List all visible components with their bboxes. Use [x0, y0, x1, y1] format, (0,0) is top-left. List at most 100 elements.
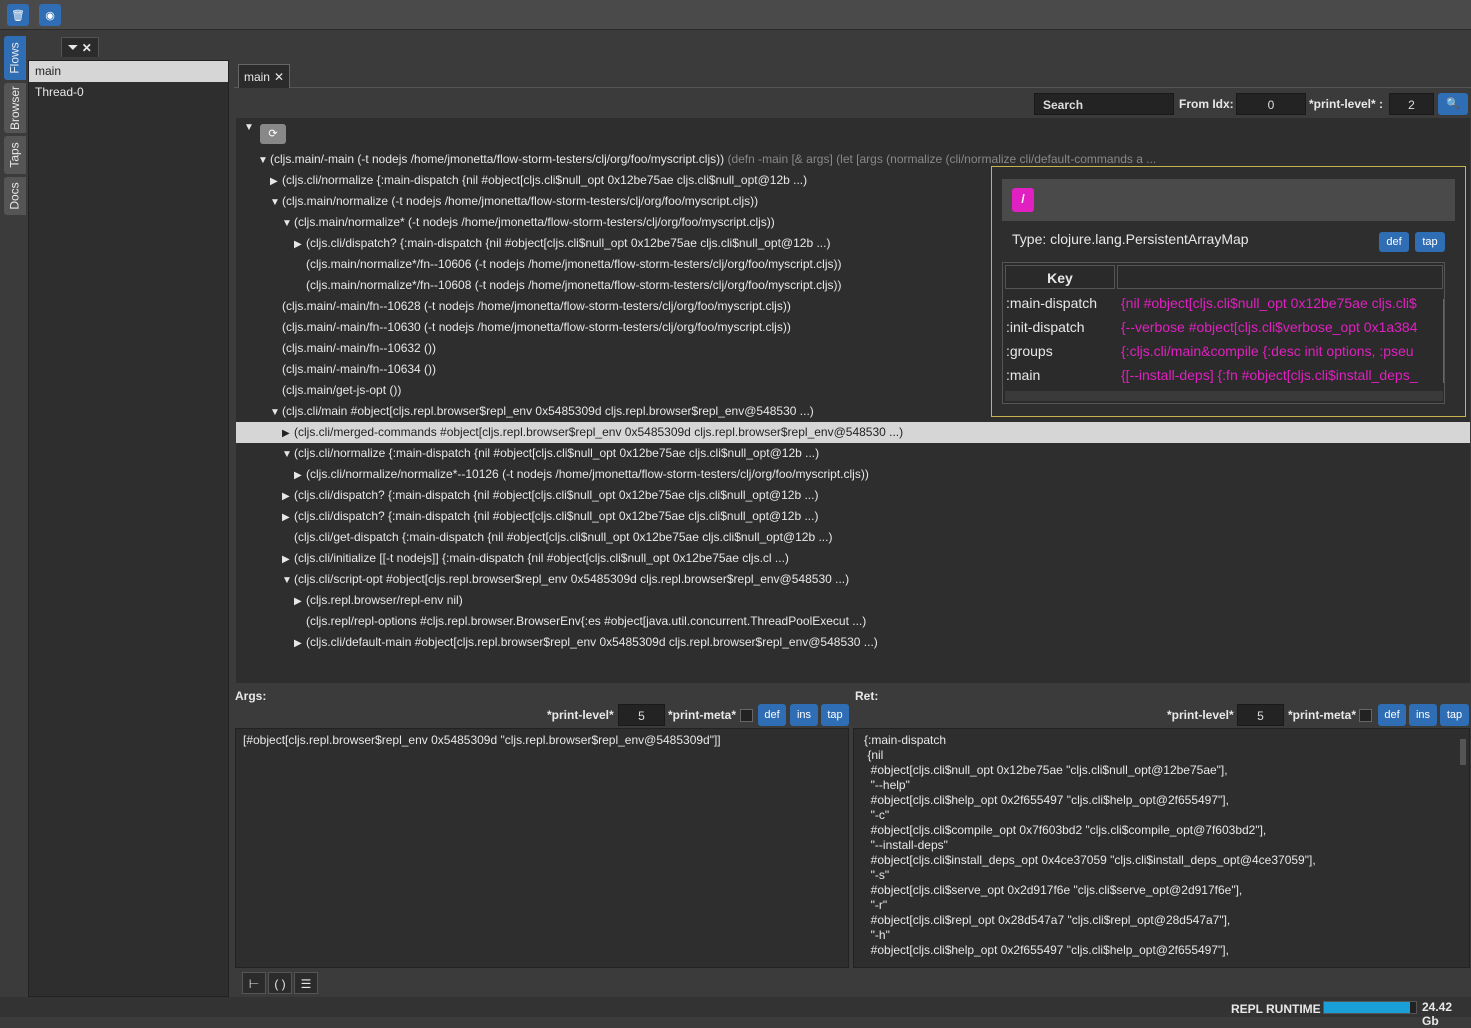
- print-meta-checkbox[interactable]: [1359, 709, 1372, 722]
- thread-item-thread-0[interactable]: Thread-0: [29, 82, 228, 103]
- tree-row[interactable]: ▼ (cljs.cli/script-opt #object[cljs.repl.…: [236, 569, 1470, 590]
- tree-row-text: (cljs.main/get-js-opt ()): [282, 383, 402, 397]
- tree-row-text: (cljs.cli/normalize {:main-dispatch {nil…: [294, 446, 820, 460]
- tree-row[interactable]: ▶ (cljs.cli/dispatch? {:main-dispatch {ni…: [236, 485, 1470, 506]
- tree-row-text: (cljs.main/normalize*/fn--10608 (-t node…: [306, 278, 842, 292]
- expand-icon[interactable]: ▶: [282, 507, 294, 528]
- tree-row[interactable]: ▶ (cljs.cli/dispatch? {:main-dispatch {ni…: [236, 506, 1470, 527]
- expand-icon[interactable]: ▶: [294, 633, 306, 654]
- collapse-icon[interactable]: ▼: [270, 192, 282, 213]
- scrollbar[interactable]: [1005, 391, 1443, 401]
- expand-icon[interactable]: ▶: [270, 171, 282, 192]
- flow-tab[interactable]: ⏷ ✕: [61, 37, 99, 57]
- tab-browser[interactable]: Browser: [4, 83, 26, 133]
- print-level-label: *print-level* :: [1309, 97, 1384, 111]
- thread-item-main[interactable]: main: [29, 61, 228, 82]
- tree-row[interactable]: ▶ (cljs.cli/merged-commands #object[cljs.…: [236, 422, 1470, 443]
- tree-row-text: (cljs.cli/get-dispatch {:main-dispatch {…: [294, 530, 833, 544]
- tree-row-text: (cljs.repl.browser/repl-env nil): [306, 593, 463, 607]
- tab-flows[interactable]: Flows: [4, 36, 26, 80]
- expand-icon[interactable]: ▶: [282, 549, 294, 570]
- tap-button[interactable]: tap: [1440, 704, 1469, 726]
- inspector-value[interactable]: {nil #object[cljs.cli$null_opt 0x12be75a…: [1121, 291, 1439, 315]
- runtime-status: RUNTIME: [1266, 1002, 1321, 1016]
- key-header: Key: [1005, 265, 1115, 289]
- inspector-value[interactable]: {:cljs.cli/main&compile {:desc init opti…: [1121, 339, 1439, 363]
- tree-row[interactable]: (cljs.cli/get-dispatch {:main-dispatch {…: [236, 527, 1470, 548]
- value-header: [1117, 265, 1443, 289]
- refresh-icon[interactable]: ⟳: [260, 124, 286, 144]
- collapse-icon[interactable]: ▼: [282, 213, 294, 234]
- ret-pane: Ret: *print-level* 5 *print-meta* def in…: [853, 686, 1470, 969]
- scrollbar[interactable]: [1443, 299, 1444, 383]
- tree-row-text: (cljs.main/normalize*/fn--10606 (-t node…: [306, 257, 842, 271]
- print-level-label: *print-level*: [547, 708, 614, 722]
- def-button[interactable]: def: [1378, 704, 1406, 726]
- inspector-key[interactable]: :main: [1006, 363, 1040, 387]
- print-meta-checkbox[interactable]: [740, 709, 753, 722]
- expand-icon[interactable]: ▶: [282, 423, 294, 444]
- list-icon[interactable]: ☰: [294, 972, 318, 994]
- trash-icon[interactable]: 🗑: [7, 4, 29, 26]
- def-button[interactable]: def: [1379, 232, 1409, 252]
- inspector-value[interactable]: {--verbose #object[cljs.cli$verbose_opt …: [1121, 315, 1439, 339]
- expand-icon[interactable]: ▶: [294, 234, 306, 255]
- tree-row-text: (cljs.cli/dispatch? {:main-dispatch {nil…: [306, 236, 831, 250]
- inspector-key[interactable]: :main-dispatch: [1006, 291, 1097, 315]
- from-idx-input[interactable]: 0: [1236, 93, 1306, 115]
- tree-row-text: (cljs.cli/initialize [[-t nodejs]] {:mai…: [294, 551, 789, 565]
- tree-row[interactable]: ▼ (cljs.cli/normalize {:main-dispatch {ni…: [236, 443, 1470, 464]
- close-icon[interactable]: ✕: [82, 41, 92, 55]
- tree-row[interactable]: ▶ (cljs.cli/default-main #object[cljs.rep…: [236, 632, 1470, 653]
- tab-docs[interactable]: Docs: [4, 177, 26, 215]
- breadcrumb-root[interactable]: /: [1012, 188, 1034, 212]
- collapse-icon[interactable]: ▼: [270, 402, 282, 423]
- tree-row-text: (cljs.main/normalize (-t nodejs /home/jm…: [282, 194, 759, 208]
- ins-button[interactable]: ins: [1409, 704, 1437, 726]
- inspector-key[interactable]: :init-dispatch: [1006, 315, 1085, 339]
- tab-docs-label: Docs: [8, 182, 22, 210]
- collapse-icon[interactable]: ▼: [258, 150, 270, 171]
- tree-icon[interactable]: ⊢: [242, 972, 266, 994]
- ret-line: "-s": [864, 868, 890, 882]
- threads-list: main Thread-0: [28, 60, 229, 997]
- close-icon[interactable]: ✕: [274, 70, 284, 84]
- tap-button[interactable]: tap: [1415, 232, 1445, 252]
- ret-value: {:main-dispatch {nil #object[cljs.cli$nu…: [853, 728, 1470, 968]
- tree-row[interactable]: ▶ (cljs.cli/normalize/normalize*--10126 (…: [236, 464, 1470, 485]
- tree-row[interactable]: ▶ (cljs.repl.browser/repl-env nil): [236, 590, 1470, 611]
- tree-row-text: (cljs.cli/normalize/normalize*--10126 (-…: [306, 467, 869, 481]
- ins-button[interactable]: ins: [790, 704, 818, 726]
- scrollbar[interactable]: [1460, 739, 1466, 765]
- record-icon[interactable]: ◉: [39, 4, 61, 26]
- ret-line: #object[cljs.cli$null_opt 0x12be75ae "cl…: [864, 763, 1228, 777]
- def-button[interactable]: def: [758, 704, 786, 726]
- memory-label: 24.42 Gb: [1422, 1000, 1453, 1028]
- search-input[interactable]: Search: [1034, 93, 1174, 115]
- search-icon[interactable]: 🔍: [1438, 93, 1468, 115]
- inspector-value[interactable]: {[--install-deps] {:fn #object[cljs.cli$…: [1121, 363, 1439, 387]
- expand-icon[interactable]: ▶: [294, 591, 306, 612]
- inspector-key[interactable]: :groups: [1006, 339, 1053, 363]
- ret-line: #object[cljs.cli$compile_opt 0x7f603bd2 …: [864, 823, 1267, 837]
- collapse-icon[interactable]: ▼: [282, 444, 294, 465]
- print-level-input[interactable]: 2: [1389, 93, 1434, 115]
- collapse-icon[interactable]: ▼: [244, 122, 256, 133]
- print-level-input[interactable]: 5: [618, 704, 665, 726]
- print-level-input[interactable]: 5: [1237, 704, 1284, 726]
- tree-row-text: (cljs.main/-main/fn--10630 (-t nodejs /h…: [282, 320, 791, 334]
- collapse-icon[interactable]: ▼: [282, 570, 294, 591]
- expand-icon[interactable]: ▶: [282, 486, 294, 507]
- tree-row-text: (cljs.cli/main #object[cljs.repl.browser…: [282, 404, 814, 418]
- tree-row-text: (cljs.main/-main/fn--10632 ()): [282, 341, 437, 355]
- parens-icon[interactable]: ( ): [268, 972, 292, 994]
- args-pane: Args: *print-level* 5 *print-meta* def i…: [234, 686, 850, 969]
- tab-taps[interactable]: Taps: [4, 136, 26, 174]
- tap-button[interactable]: tap: [821, 704, 849, 726]
- tree-row-text: (cljs.cli/script-opt #object[cljs.repl.b…: [294, 572, 850, 586]
- tab-main[interactable]: main ✕: [238, 64, 290, 88]
- expand-icon[interactable]: ▶: [294, 465, 306, 486]
- memory-bar: [1323, 1001, 1417, 1014]
- tree-row[interactable]: (cljs.repl/repl-options #cljs.repl.brows…: [236, 611, 1470, 632]
- tree-row[interactable]: ▶ (cljs.cli/initialize [[-t nodejs]] {:ma…: [236, 548, 1470, 569]
